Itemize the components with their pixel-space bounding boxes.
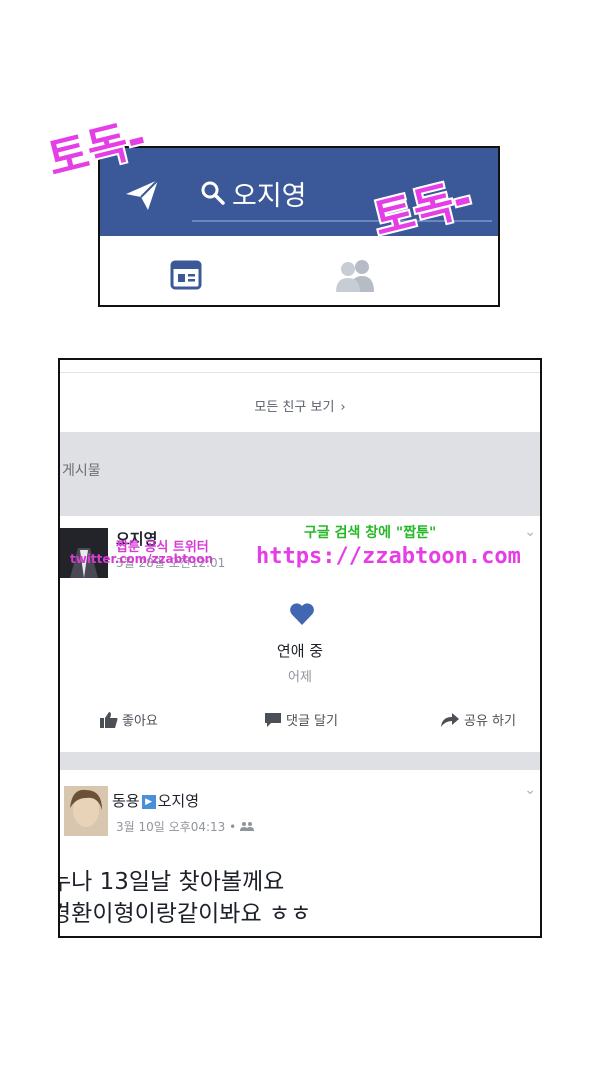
profile-panel: 모든 친구 보기 › 게시물 오지영 3월 28일 오전12:01 ⌄ 짭툰 공식… xyxy=(58,358,542,938)
arrow-right-icon: ▶ xyxy=(141,794,156,809)
like-label: 좋아요 xyxy=(122,714,158,729)
thumbs-up-icon xyxy=(100,711,118,728)
post-author[interactable]: 동용 xyxy=(112,792,140,810)
relationship-status: 연애 중 xyxy=(276,642,324,660)
wall-post: 동용 ▶ 오지영 3월 10일 오후04:13 • ⌄ 누나 13일날 찾아볼께요 … xyxy=(58,770,540,936)
watermark-url: https://zzabtoon.com xyxy=(256,544,521,569)
like-button[interactable]: 좋아요 xyxy=(100,710,158,729)
divider xyxy=(60,372,540,373)
heart-icon xyxy=(290,603,314,625)
post-body: 누나 13일날 찾아볼께요 경환이형이랑같이봐요 ㅎㅎ xyxy=(58,866,312,930)
friends-audience-icon xyxy=(240,822,254,831)
post-header: 동용 ▶ 오지영 xyxy=(112,790,199,811)
post-target[interactable]: 오지영 xyxy=(158,792,199,810)
post-date-text: 3월 10일 오후04:13 • xyxy=(116,820,237,834)
comment-label: 댓글 달기 xyxy=(286,714,338,729)
post-body-line: 누나 13일날 찾아볼께요 xyxy=(58,869,285,895)
chevron-right-icon: › xyxy=(340,400,346,415)
watermark-text: twitter.com/zzabtoon xyxy=(70,552,213,566)
avatar-image xyxy=(64,786,108,836)
avatar[interactable] xyxy=(64,786,108,836)
relationship-when: 어제 xyxy=(288,670,312,685)
post-body-line: 경환이형이랑같이봐요 ㅎㅎ xyxy=(58,901,312,927)
posts-label: 게시물 xyxy=(62,463,101,479)
comment-button[interactable]: 댓글 달기 xyxy=(264,710,338,729)
comment-icon xyxy=(265,712,281,727)
post-actions: 좋아요 댓글 달기 공유 하기 xyxy=(60,710,540,736)
see-all-friends-label: 모든 친구 보기 xyxy=(254,400,335,415)
divider xyxy=(60,752,540,770)
relationship-post: 오지영 3월 28일 오전12:01 ⌄ 짭툰 공식 트위터 twitter.c… xyxy=(60,516,540,742)
search-query[interactable]: 오지영 xyxy=(232,174,307,213)
chevron-down-icon[interactable]: ⌄ xyxy=(524,782,536,798)
chevron-down-icon[interactable]: ⌄ xyxy=(524,524,536,540)
send-icon[interactable] xyxy=(122,174,162,214)
share-label: 공유 하기 xyxy=(464,714,516,729)
see-all-friends-link[interactable]: 모든 친구 보기 › xyxy=(60,396,540,415)
news-feed-icon[interactable] xyxy=(170,260,202,290)
watermark-text: 구글 검색 창에 "짭툰" xyxy=(304,525,437,541)
share-button[interactable]: 공유 하기 xyxy=(440,710,516,729)
search-icon xyxy=(201,181,225,205)
post-date: 3월 10일 오후04:13 • xyxy=(116,818,254,835)
share-icon xyxy=(441,712,459,727)
posts-section-header: 게시물 xyxy=(60,432,540,516)
friends-icon[interactable] xyxy=(334,258,378,292)
